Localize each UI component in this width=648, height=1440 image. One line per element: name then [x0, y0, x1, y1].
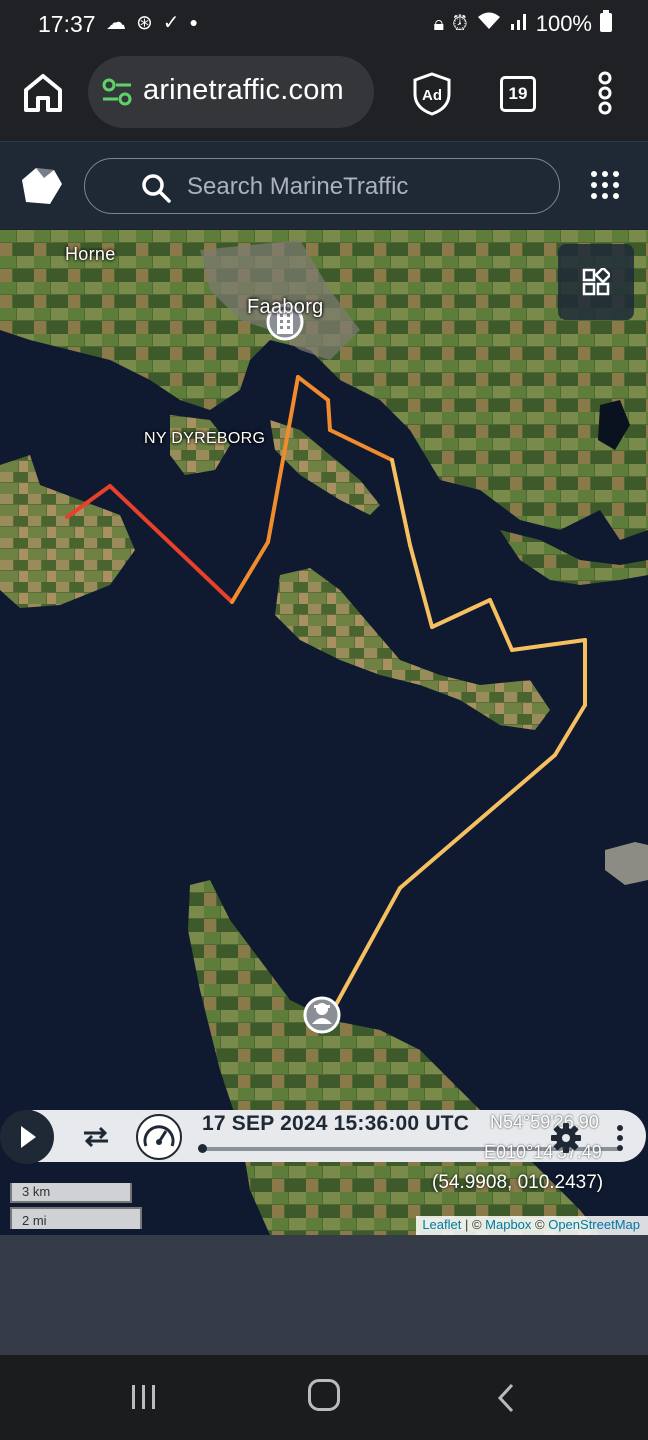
grid-icon	[591, 171, 619, 199]
map-scale: 3 km 2 mi	[10, 1183, 142, 1229]
play-icon	[21, 1126, 36, 1148]
tab-switcher-button[interactable]: 19	[500, 76, 536, 112]
address-bar[interactable]: arinetraffic.com	[88, 56, 374, 128]
longitude-dms: E010°14'37.49	[484, 1142, 602, 1162]
site-settings-icon[interactable]	[102, 78, 132, 106]
alarm-clock-icon: ⊛	[136, 12, 153, 34]
marinetraffic-logo[interactable]	[20, 166, 64, 206]
layers-button[interactable]	[558, 244, 634, 320]
logo-icon	[22, 168, 62, 204]
dot-icon: ●	[189, 14, 198, 30]
wifi-icon	[476, 11, 502, 37]
osm-link[interactable]: OpenStreetMap	[548, 1217, 640, 1232]
home-icon	[24, 74, 62, 112]
more-vert-icon	[598, 71, 612, 115]
playback-timestamp: 17 SEP 2024 15:36:00 UTC	[202, 1112, 470, 1135]
playback-settings-button[interactable]	[550, 1122, 582, 1154]
cloud-icon: ☁	[106, 12, 126, 34]
gear-icon	[551, 1123, 581, 1153]
ad-shield-icon: Ad	[413, 72, 451, 116]
track-segment	[326, 398, 332, 432]
battery-icon	[600, 10, 612, 38]
scale-km: 3 km	[10, 1183, 132, 1203]
swap-direction-button[interactable]	[80, 1124, 112, 1150]
place-label-horne: Horne	[65, 244, 116, 264]
search-box[interactable]	[84, 158, 560, 214]
scale-mi: 2 mi	[10, 1207, 142, 1229]
signal-icon	[510, 11, 528, 37]
search-input[interactable]	[187, 167, 527, 207]
playback-more-button[interactable]	[616, 1124, 624, 1152]
leaflet-link[interactable]: Leaflet	[422, 1217, 461, 1232]
battery-percent: 100%	[535, 11, 592, 36]
search-icon	[142, 174, 171, 203]
map-view[interactable]: Horne Faaborg NY DYREBORG 17 SEP 2024 15…	[0, 230, 648, 1235]
place-label-ny-dyreborg: NY DYREBORG	[144, 430, 266, 447]
speedometer-icon	[143, 1125, 175, 1147]
browser-home-button[interactable]	[20, 70, 66, 116]
attribution-sep-2: ©	[531, 1217, 549, 1232]
page-footer-area	[0, 1235, 648, 1355]
lock-icon: 🔒︎	[433, 12, 445, 35]
browser-menu-button[interactable]	[594, 70, 616, 116]
system-navigation-bar	[0, 1355, 648, 1440]
recents-icon	[132, 1385, 155, 1409]
browser-toolbar: arinetraffic.com Ad 19	[0, 48, 648, 141]
playback-bar: 17 SEP 2024 15:36:00 UTC N54°59'26.90 E0…	[0, 1110, 648, 1166]
apps-menu-button[interactable]	[590, 170, 620, 200]
swap-icon	[84, 1126, 108, 1148]
ad-block-button[interactable]: Ad	[412, 72, 452, 116]
place-label-faaborg: Faaborg	[247, 296, 324, 318]
map-attribution: Leaflet | © Mapbox © OpenStreetMap	[416, 1216, 648, 1235]
decimal-coordinates: (54.9908, 010.2437)	[432, 1172, 604, 1193]
mapbox-link[interactable]: Mapbox	[485, 1217, 531, 1232]
status-bar: 17:37 ☁ ⊛ ✓ ● 🔒︎ ⏰︎ 100%	[0, 0, 648, 48]
site-header	[0, 141, 648, 229]
satellite-basemap	[0, 230, 648, 1235]
playback-scrubber[interactable]	[198, 1144, 207, 1153]
back-button[interactable]	[496, 1383, 516, 1413]
ad-badge-text: Ad	[422, 87, 442, 104]
more-vert-icon	[617, 1125, 623, 1151]
check-icon: ✓	[162, 12, 180, 34]
system-home-button[interactable]	[308, 1379, 340, 1411]
attribution-sep-1: | ©	[461, 1217, 486, 1232]
layers-icon	[582, 268, 610, 296]
url-text: arinetraffic.com	[143, 74, 344, 106]
latitude-dms: N54°59'26.90	[490, 1112, 599, 1132]
back-icon	[497, 1383, 514, 1413]
alarm-icon: ⏰︎	[452, 12, 468, 35]
speed-button[interactable]	[136, 1114, 182, 1160]
status-time: 17:37	[38, 11, 96, 37]
recents-button[interactable]	[130, 1385, 158, 1409]
play-button[interactable]	[0, 1110, 54, 1164]
vessel-marker[interactable]	[303, 996, 341, 1034]
